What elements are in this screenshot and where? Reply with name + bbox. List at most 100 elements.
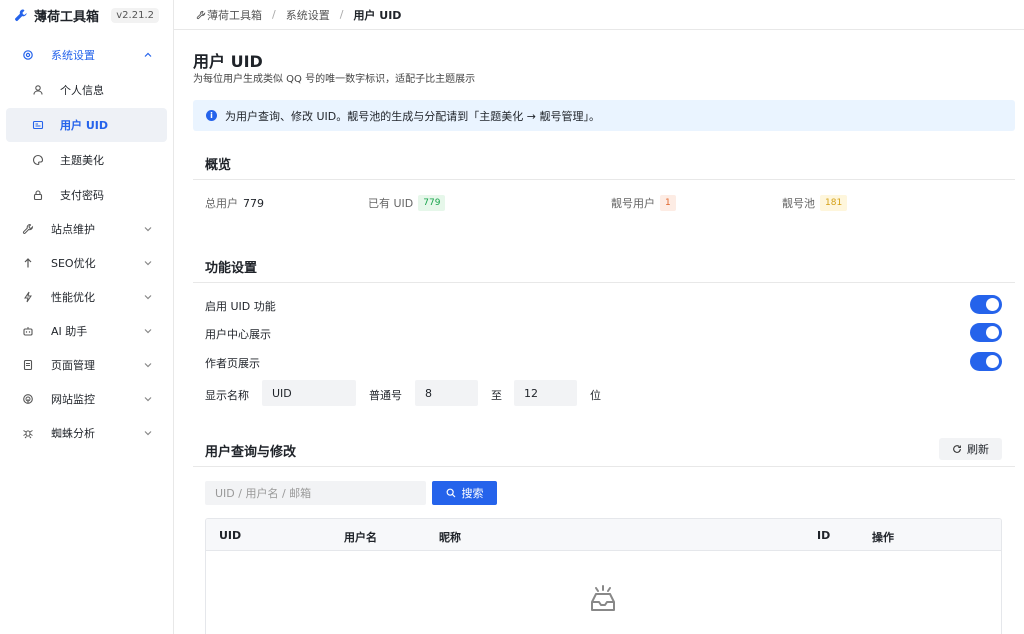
app-name: 薄荷工具箱 — [34, 9, 100, 25]
chevron-down-icon — [143, 326, 153, 336]
page-icon — [22, 359, 34, 371]
breadcrumb-home-icon — [196, 10, 206, 20]
stat-total-users: 总用户 779 — [205, 195, 264, 211]
gear-icon — [22, 49, 34, 61]
stat-badge: 181 — [820, 195, 848, 211]
stat-premium-pool: 靓号池 181 — [782, 195, 848, 211]
search-icon — [446, 488, 456, 498]
breadcrumb: 薄荷工具箱 / 系统设置 / 用户 UID — [174, 0, 1024, 30]
sidebar-item-label: 支付密码 — [60, 189, 104, 202]
empty-inbox-icon — [586, 583, 620, 617]
query-title: 用户查询与修改 — [205, 445, 297, 460]
column-header-username: 用户名 — [344, 531, 377, 544]
chevron-down-icon — [143, 224, 153, 234]
refresh-label: 刷新 — [967, 443, 989, 456]
arrow-up-icon — [22, 257, 34, 269]
min-digits-input[interactable]: 8 — [415, 380, 478, 406]
toggle-label: 作者页展示 — [205, 357, 260, 370]
user-icon — [32, 84, 44, 96]
toggle-knob — [986, 298, 999, 311]
divider — [193, 282, 1015, 283]
radar-icon — [22, 393, 34, 405]
sidebar-item-ai-assistant[interactable]: AI 助手 — [6, 314, 167, 348]
version-badge: v2.21.2 — [111, 7, 159, 23]
sidebar-item-label: 网站监控 — [51, 393, 95, 406]
brand: 薄荷工具箱 v2.21.2 — [0, 0, 173, 30]
sidebar-item-site-monitor[interactable]: 网站监控 — [6, 382, 167, 416]
chevron-down-icon — [143, 394, 153, 404]
overview-title: 概览 — [205, 158, 232, 173]
table-header: UID 用户名 昵称 ID 操作 — [206, 519, 1001, 551]
search-label: 搜索 — [461, 487, 484, 500]
sidebar-item-label: 系统设置 — [51, 49, 95, 62]
column-header-uid: UID — [219, 529, 242, 542]
sidebar-item-label: 页面管理 — [51, 359, 95, 372]
toggle-label: 用户中心展示 — [205, 328, 271, 341]
sidebar-item-label: 蜘蛛分析 — [51, 427, 95, 440]
user-table: UID 用户名 昵称 ID 操作 — [205, 518, 1002, 634]
breadcrumb-separator: / — [339, 8, 344, 21]
robot-icon — [22, 325, 34, 337]
digits-unit-label: 位 — [590, 389, 601, 402]
user-center-display-toggle[interactable] — [970, 323, 1002, 342]
sidebar-item-label: 站点维护 — [51, 223, 95, 236]
alert-text: 为用户查询、修改 UID。靓号池的生成与分配请到「主题美化 → 靓号管理」。 — [225, 109, 600, 123]
bolt-icon — [22, 291, 34, 303]
sidebar-item-label: SEO优化 — [51, 257, 96, 270]
sidebar-item-payment-password[interactable]: 支付密码 — [6, 178, 167, 212]
sidebar-item-seo[interactable]: SEO优化 — [6, 246, 167, 280]
stat-label: 总用户 — [205, 197, 238, 210]
id-card-icon — [32, 119, 44, 131]
sidebar-item-spider-analysis[interactable]: 蜘蛛分析 — [6, 416, 167, 450]
search-button[interactable]: 搜索 — [432, 481, 497, 505]
sidebar-item-label: 性能优化 — [51, 291, 95, 304]
stat-label: 靓号池 — [782, 197, 815, 210]
breadcrumb-current: 用户 UID — [353, 8, 402, 22]
info-icon: i — [206, 110, 217, 121]
page-title: 用户 UID — [193, 52, 263, 71]
enable-uid-toggle[interactable] — [970, 295, 1002, 314]
main-content: 用户 UID 为每位用户生成类似 QQ 号的唯一数字标识，适配子比主题展示 i … — [174, 30, 1024, 634]
stat-premium-users: 靓号用户 1 — [611, 195, 676, 211]
sidebar-item-label: AI 助手 — [51, 325, 88, 338]
divider — [193, 179, 1015, 180]
chevron-up-icon — [143, 50, 153, 60]
toggle-knob — [986, 326, 999, 339]
divider — [193, 466, 1015, 467]
search-input[interactable] — [205, 481, 426, 505]
stat-badge: 779 — [418, 195, 446, 211]
sidebar-item-system-settings[interactable]: 系统设置 — [6, 38, 167, 72]
sidebar-item-page-management[interactable]: 页面管理 — [6, 348, 167, 382]
breadcrumb-item[interactable]: 系统设置 — [286, 7, 330, 23]
sidebar-item-performance[interactable]: 性能优化 — [6, 280, 167, 314]
display-name-input[interactable]: UID — [262, 380, 356, 406]
stat-label: 靓号用户 — [611, 197, 655, 210]
sidebar-nav: 系统设置 个人信息 用户 UID 主题美化 支付密码 站点维护 SEO优化 性能… — [0, 38, 173, 450]
breadcrumb-separator: / — [272, 8, 276, 21]
refresh-icon — [952, 444, 962, 454]
sidebar-item-theme[interactable]: 主题美化 — [6, 143, 167, 177]
author-page-display-toggle[interactable] — [970, 352, 1002, 371]
sidebar-item-site-maintenance[interactable]: 站点维护 — [6, 212, 167, 246]
to-label: 至 — [491, 389, 502, 402]
sidebar-item-profile[interactable]: 个人信息 — [6, 73, 167, 107]
refresh-button[interactable]: 刷新 — [939, 438, 1002, 460]
toggle-knob — [986, 355, 999, 368]
stat-has-uid: 已有 UID 779 — [368, 195, 446, 211]
column-header-id: ID — [817, 529, 831, 542]
sidebar-item-user-uid[interactable]: 用户 UID — [6, 108, 167, 142]
chevron-down-icon — [143, 292, 153, 302]
max-digits-input[interactable]: 12 — [514, 380, 577, 406]
breadcrumb-item[interactable]: 薄荷工具箱 — [207, 7, 262, 23]
stat-badge: 1 — [660, 195, 676, 211]
column-header-actions: 操作 — [872, 531, 894, 544]
sidebar-item-label: 个人信息 — [60, 84, 104, 97]
normal-number-label: 普通号 — [369, 389, 402, 402]
spider-icon — [22, 427, 34, 439]
chevron-down-icon — [143, 360, 153, 370]
stat-value: 779 — [243, 196, 264, 210]
info-alert: i 为用户查询、修改 UID。靓号池的生成与分配请到「主题美化 → 靓号管理」。 — [193, 100, 1015, 131]
wrench-logo-icon — [14, 8, 28, 22]
sidebar-item-label: 用户 UID — [60, 119, 108, 132]
chevron-down-icon — [143, 258, 153, 268]
